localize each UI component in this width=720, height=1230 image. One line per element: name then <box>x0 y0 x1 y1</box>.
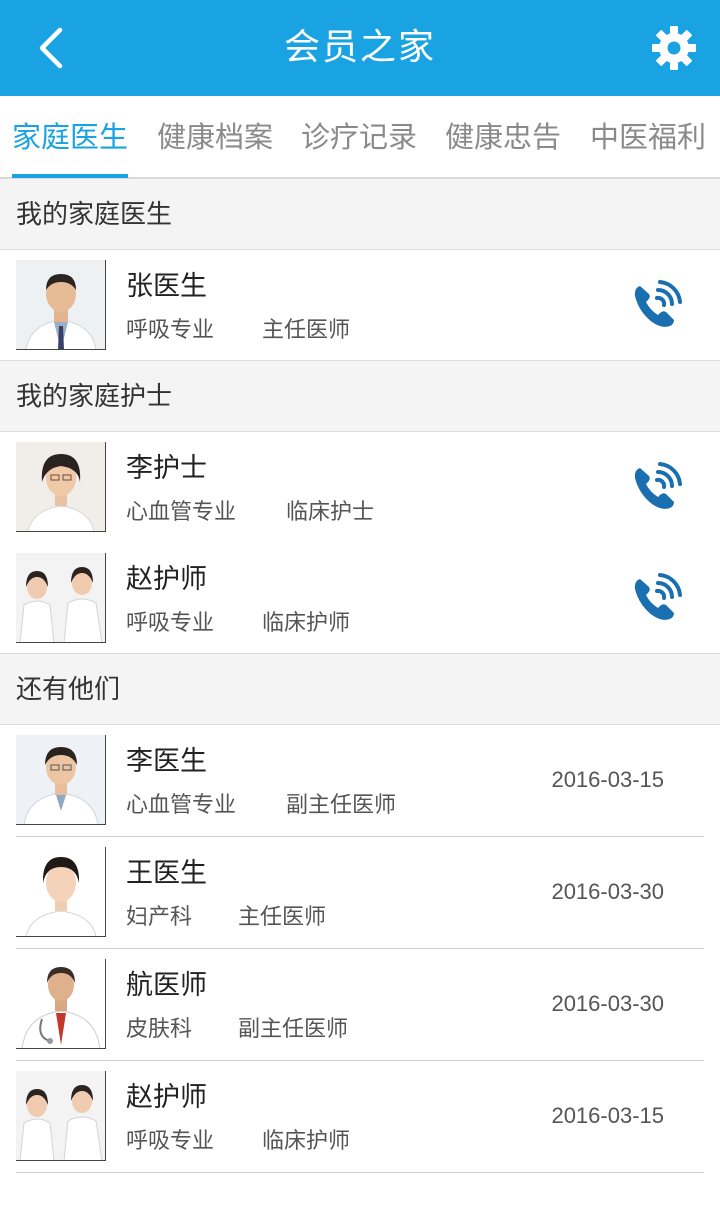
list-item[interactable]: 赵护师 呼吸专业 临床护师 2016-03-15 <box>0 1061 720 1173</box>
avatar <box>16 442 106 532</box>
staff-specialty: 皮肤科 <box>126 1017 193 1042</box>
call-button[interactable] <box>630 460 684 514</box>
avatar <box>16 735 106 825</box>
visit-date: 2016-03-30 <box>551 991 664 1016</box>
doctor-photo-icon <box>16 847 105 936</box>
staff-title: 副主任医师 <box>238 1017 349 1042</box>
staff-name: 张医生 <box>126 271 207 302</box>
staff-title: 临床护士 <box>286 500 375 525</box>
tab-family-doctor[interactable]: 家庭医生 <box>12 96 129 178</box>
staff-title: 主任医师 <box>262 318 351 343</box>
avatar <box>16 959 106 1049</box>
list-item[interactable]: 张医生 呼吸专业 主任医师 <box>0 250 720 362</box>
list-item[interactable]: 赵护师 呼吸专业 临床护师 <box>0 543 720 655</box>
staff-specialty: 呼吸专业 <box>126 611 215 636</box>
call-button[interactable] <box>630 278 684 332</box>
settings-button[interactable] <box>646 20 702 76</box>
staff-specialty: 心血管专业 <box>126 500 237 525</box>
staff-specialty: 心血管专业 <box>126 793 237 818</box>
staff-name: 赵护师 <box>126 564 207 595</box>
staff-name: 李护士 <box>126 453 207 484</box>
tab-health-advice[interactable]: 健康忠告 <box>445 96 561 178</box>
nurses-photo-icon <box>16 553 105 642</box>
staff-specialty: 呼吸专业 <box>126 1129 215 1154</box>
tab-label: 健康忠告 <box>445 120 562 154</box>
section-header-family-doctor: 我的家庭医生 <box>0 178 720 250</box>
tab-bar: 家庭医生 健康档案 诊疗记录 健康忠告 中医福利 <box>0 96 720 178</box>
avatar <box>16 260 106 350</box>
tab-tcm-benefits[interactable]: 中医福利 <box>590 96 706 178</box>
top-bar: 会员之家 <box>0 0 720 96</box>
avatar <box>16 847 106 937</box>
app-root: 会员之家 家庭医生 健康档案 诊疗记录 健康忠告 中医福利 我的家庭医生 张医生… <box>0 0 720 1230</box>
section-title: 还有他们 <box>16 675 121 705</box>
staff-title: 主任医师 <box>238 905 327 930</box>
tab-health-records[interactable]: 健康档案 <box>157 96 273 178</box>
nurses-photo-icon <box>16 1071 105 1160</box>
section-header-others: 还有他们 <box>0 653 720 725</box>
staff-name: 航医师 <box>126 970 207 1001</box>
list-item[interactable]: 王医生 妇产科 主任医师 2016-03-30 <box>0 837 720 949</box>
staff-specialty: 呼吸专业 <box>126 318 215 343</box>
doctor-photo-icon <box>16 260 105 349</box>
phone-icon <box>634 280 682 327</box>
tab-label: 诊疗记录 <box>301 120 418 154</box>
nurse-photo-icon <box>16 442 105 531</box>
staff-name: 李医生 <box>126 746 207 777</box>
tab-treatment-records[interactable]: 诊疗记录 <box>301 96 417 178</box>
row-divider <box>16 1172 704 1173</box>
phone-icon <box>634 462 682 509</box>
visit-date: 2016-03-15 <box>551 1103 664 1128</box>
staff-name: 王医生 <box>126 858 207 889</box>
staff-title: 临床护师 <box>262 1129 351 1154</box>
section-title: 我的家庭护士 <box>16 382 173 412</box>
staff-name: 赵护师 <box>126 1082 207 1113</box>
tab-label: 健康档案 <box>157 120 274 154</box>
avatar <box>16 553 106 643</box>
visit-date: 2016-03-15 <box>551 767 664 792</box>
list-item[interactable]: 李护士 心血管专业 临床护士 <box>0 432 720 544</box>
page-title: 会员之家 <box>283 27 436 68</box>
tab-label: 中医福利 <box>590 120 707 154</box>
staff-title: 副主任医师 <box>286 793 397 818</box>
avatar <box>16 1071 106 1161</box>
staff-title: 临床护师 <box>262 611 351 636</box>
doctor-photo-icon <box>16 735 105 824</box>
tab-label: 家庭医生 <box>12 120 129 154</box>
section-header-family-nurse: 我的家庭护士 <box>0 360 720 432</box>
list-item[interactable]: 李医生 心血管专业 副主任医师 2016-03-15 <box>0 725 720 837</box>
gear-icon <box>652 26 696 70</box>
visit-date: 2016-03-30 <box>551 879 664 904</box>
staff-specialty: 妇产科 <box>126 905 193 930</box>
section-title: 我的家庭医生 <box>16 200 173 230</box>
list-item[interactable]: 航医师 皮肤科 副主任医师 2016-03-30 <box>0 949 720 1061</box>
call-button[interactable] <box>630 571 684 625</box>
doctor-photo-icon <box>16 959 105 1048</box>
phone-icon <box>634 573 682 620</box>
